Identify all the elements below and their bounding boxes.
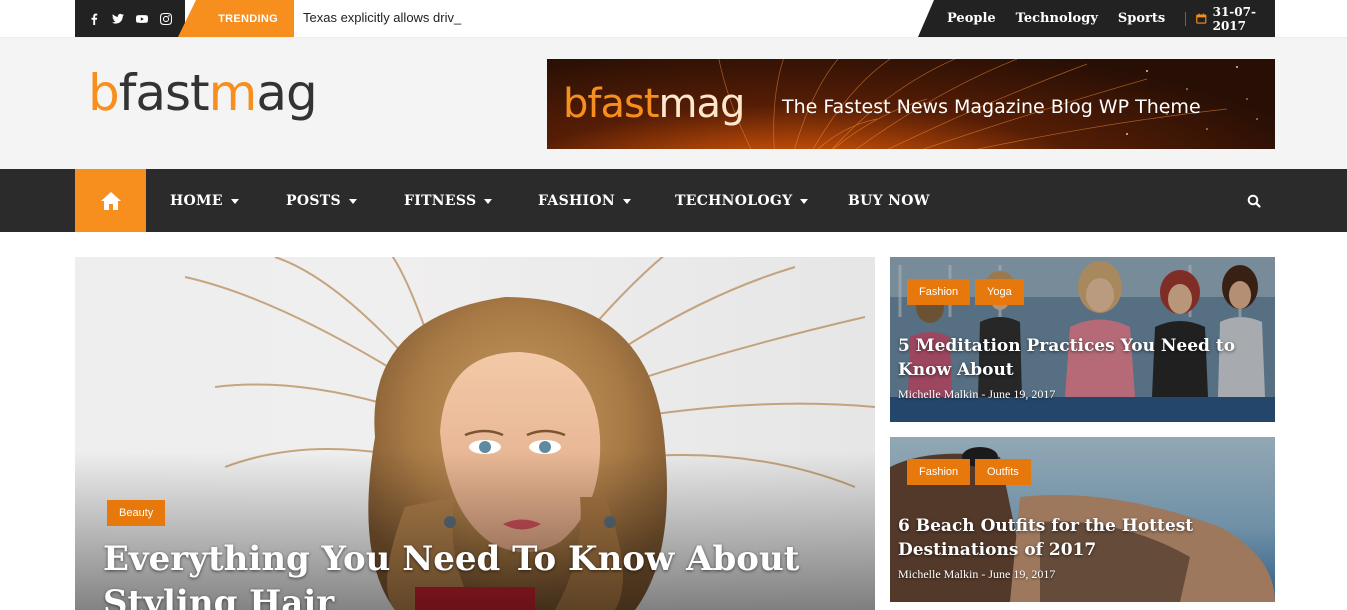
current-date: 31-07-2017 — [1196, 5, 1275, 33]
side-post-title-line2[interactable]: Know About — [898, 358, 1014, 382]
category-badge-fashion[interactable]: Fashion — [907, 279, 971, 305]
youtube-icon[interactable] — [135, 12, 149, 26]
trending-ticker[interactable]: Texas explicitly allows driv_ — [303, 10, 461, 25]
site-logo[interactable]: bfastmag — [88, 68, 318, 118]
calendar-icon — [1196, 13, 1207, 24]
home-icon — [100, 191, 121, 210]
nav-item-home[interactable]: HOME — [170, 169, 239, 232]
nav-item-fitness[interactable]: FITNESS — [404, 169, 493, 232]
nav-item-buy-now[interactable]: BUY NOW — [848, 169, 930, 232]
chevron-down-icon — [622, 199, 631, 204]
top-link-technology[interactable]: Technology — [1016, 11, 1098, 26]
side-post-title-line1[interactable]: 5 Meditation Practices You Need to — [898, 334, 1235, 358]
nav-item-technology[interactable]: TECHNOLOGY — [675, 169, 809, 232]
post-date: June 19, 2017 — [988, 387, 1056, 401]
side-post-title-line2[interactable]: Destinations of 2017 — [898, 538, 1096, 562]
featured-title[interactable]: Everything You Need To Know About Stylin… — [103, 537, 843, 610]
header-ad-banner[interactable]: bfastmag The Fastest News Magazine Blog … — [547, 59, 1275, 149]
site-header: bfastmag bfastmag The Fastest News Magaz… — [0, 38, 1347, 169]
featured-post[interactable]: Beauty Everything You Need To Know About… — [75, 257, 875, 610]
chevron-down-icon — [484, 199, 493, 204]
main-navigation: HOME POSTS FITNESS FASHION TECHNOLOGY BU… — [0, 169, 1347, 232]
category-badge-fashion[interactable]: Fashion — [907, 459, 971, 485]
side-post-beach-outfits[interactable]: Fashion Outfits 6 Beach Outfits for the … — [890, 437, 1275, 602]
top-bar: TRENDING Texas explicitly allows driv_ P… — [0, 0, 1347, 38]
twitter-icon[interactable] — [111, 12, 125, 26]
category-badge-outfits[interactable]: Outfits — [975, 459, 1031, 485]
trending-label: TRENDING — [178, 0, 294, 37]
facebook-icon[interactable] — [87, 12, 101, 26]
category-badge-beauty[interactable]: Beauty — [107, 500, 166, 526]
top-link-sports[interactable]: Sports — [1118, 11, 1165, 26]
search-icon[interactable] — [1244, 191, 1264, 211]
side-post-meditation[interactable]: Fashion Yoga 5 Meditation Practices You … — [890, 257, 1275, 422]
banner-tagline: The Fastest News Magazine Blog WP Theme — [782, 96, 1201, 118]
instagram-icon[interactable] — [159, 12, 173, 26]
chevron-down-icon — [230, 199, 239, 204]
chevron-down-icon — [348, 199, 357, 204]
top-link-people[interactable]: People — [947, 11, 996, 26]
author-name[interactable]: Michelle Malkin — [898, 387, 978, 401]
side-post-meta: Michelle Malkin - June 19, 2017 — [898, 567, 1056, 581]
social-links — [75, 0, 185, 37]
category-badge-yoga[interactable]: Yoga — [975, 279, 1024, 305]
author-name[interactable]: Michelle Malkin — [898, 567, 978, 581]
nav-item-fashion[interactable]: FASHION — [538, 169, 631, 232]
divider — [1185, 11, 1187, 26]
home-button[interactable] — [75, 169, 146, 232]
side-post-title-line1[interactable]: 6 Beach Outfits for the Hottest — [898, 514, 1193, 538]
banner-logo: bfastmag — [563, 81, 745, 127]
date-text: 31-07-2017 — [1212, 4, 1256, 33]
page: TRENDING Texas explicitly allows driv_ P… — [0, 0, 1347, 610]
top-nav: People Technology Sports 31-07-2017 — [918, 0, 1275, 37]
chevron-down-icon — [800, 199, 809, 204]
post-date: June 19, 2017 — [988, 567, 1056, 581]
side-post-meta: Michelle Malkin - June 19, 2017 — [898, 387, 1056, 401]
nav-item-posts[interactable]: POSTS — [286, 169, 357, 232]
